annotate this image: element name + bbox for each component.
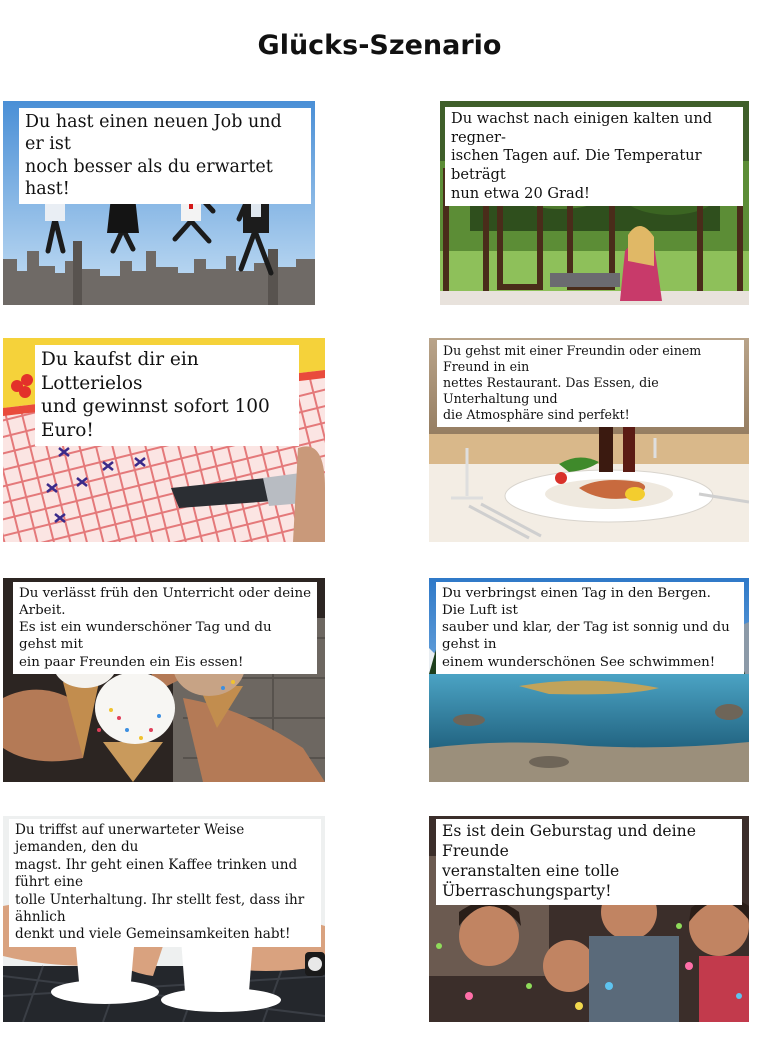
- scenario-text: Du triffst auf unerwarteter Weise jemand…: [9, 819, 321, 947]
- scenario-text: Du verlässt früh den Unterricht oder dei…: [13, 582, 317, 674]
- scenario-card-job: Du hast einen neuen Job und er ist noch …: [3, 101, 315, 305]
- scenario-text: Du verbringst einen Tag in den Bergen. D…: [436, 582, 744, 674]
- scenario-card-icecream: Du verlässt früh den Unterricht oder dei…: [3, 578, 325, 782]
- scenario-card-mountains: Du verbringst einen Tag in den Bergen. D…: [429, 578, 749, 782]
- scenario-card-birthday: Es ist dein Geburstag und deine Freunde …: [429, 816, 749, 1022]
- scenario-text: Du hast einen neuen Job und er ist noch …: [19, 108, 311, 204]
- scenario-card-coffee: Du triffst auf unerwarteter Weise jemand…: [3, 816, 325, 1022]
- scenario-text: Du gehst mit einer Freundin oder einem F…: [437, 340, 744, 427]
- scenario-text: Du kaufst dir ein Lotterielos und gewinn…: [35, 345, 299, 446]
- scenario-card-weather: Du wachst nach einigen kalten und regner…: [440, 101, 749, 305]
- scenario-card-restaurant: Du gehst mit einer Freundin oder einem F…: [429, 338, 749, 542]
- scenario-text: Es ist dein Geburstag und deine Freunde …: [436, 819, 742, 905]
- page-title: Glücks-Szenario: [257, 30, 502, 61]
- scenario-text: Du wachst nach einigen kalten und regner…: [445, 107, 743, 207]
- scenario-card-lottery: Du kaufst dir ein Lotterielos und gewinn…: [3, 338, 325, 542]
